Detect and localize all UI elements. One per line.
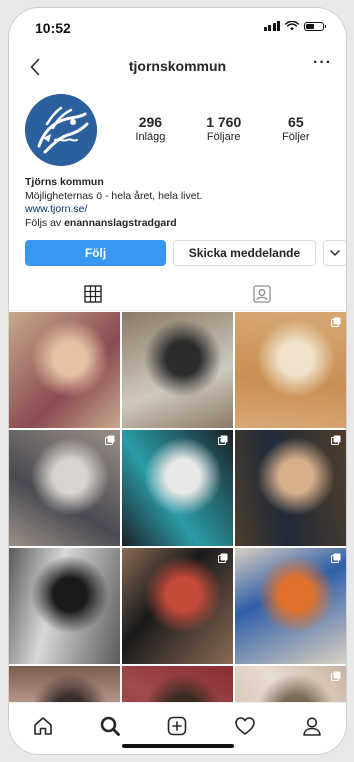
- activity-icon: [235, 716, 255, 735]
- tjorn-logo-icon: [25, 94, 97, 166]
- post-thumbnail[interactable]: [235, 312, 346, 428]
- post-thumbnail[interactable]: [122, 548, 233, 664]
- photo-grid: [9, 312, 346, 702]
- nav-home[interactable]: [29, 712, 57, 740]
- post-thumbnail[interactable]: [122, 312, 233, 428]
- stat-followers-value: 1 760: [206, 114, 242, 130]
- profile-username-title: tjornskommun: [128, 58, 227, 74]
- send-message-button[interactable]: Skicka meddelande: [173, 240, 316, 266]
- stat-posts[interactable]: 296 Inlägg: [135, 114, 165, 143]
- post-thumbnail[interactable]: [235, 430, 346, 546]
- nav-activity[interactable]: [231, 712, 259, 740]
- multiple-photos-icon: [218, 553, 228, 563]
- stat-followers-label: Följare: [206, 131, 241, 143]
- chevron-down-icon: [330, 250, 340, 256]
- suggested-accounts-button[interactable]: [323, 240, 346, 266]
- profile-bio-text: Möjligheternas ö - hela året, hela livet…: [25, 189, 203, 202]
- phone-screen: 10:52 tjornskommun ··· 296 Inlägg 1 760 …: [9, 8, 346, 754]
- multiple-photos-icon: [331, 553, 341, 563]
- profile-navbar: tjornskommun ···: [9, 48, 346, 84]
- followed-by-prefix: Följs av: [25, 216, 65, 229]
- tab-tagged[interactable]: [178, 278, 347, 310]
- grid-icon: [84, 285, 102, 303]
- new-post-icon: [168, 716, 187, 735]
- stat-following-value: 65: [288, 114, 304, 130]
- post-thumbnail[interactable]: [9, 312, 120, 428]
- post-thumbnail[interactable]: [9, 666, 120, 702]
- post-thumbnail[interactable]: [122, 666, 233, 702]
- more-options-icon[interactable]: ···: [313, 54, 332, 72]
- follow-button[interactable]: Följ: [25, 240, 166, 266]
- multiple-photos-icon: [331, 317, 341, 327]
- post-thumbnail[interactable]: [9, 430, 120, 546]
- search-icon: [100, 716, 120, 736]
- multiple-photos-icon: [331, 435, 341, 445]
- stat-following[interactable]: 65 Följer: [282, 114, 310, 143]
- multiple-photos-icon: [105, 435, 115, 445]
- post-thumbnail[interactable]: [235, 666, 346, 702]
- nav-search[interactable]: [96, 712, 124, 740]
- tab-posts-grid[interactable]: [9, 278, 178, 310]
- profile-actions: Följ Skicka meddelande: [25, 240, 346, 266]
- profile-display-name: Tjörns kommun: [25, 176, 104, 188]
- followed-by-line[interactable]: Följs av enannanslagstradgard: [25, 217, 334, 231]
- battery-icon: [304, 21, 326, 31]
- stat-posts-label: Inlägg: [135, 131, 166, 143]
- status-bar: 10:52: [9, 8, 346, 44]
- stat-posts-value: 296: [138, 114, 163, 130]
- cellular-signal-icon: [263, 21, 280, 31]
- tagged-icon: [253, 285, 271, 303]
- stat-followers[interactable]: 1 760 Följare: [206, 114, 241, 143]
- nav-new-post[interactable]: [163, 712, 191, 740]
- stat-following-label: Följer: [282, 131, 310, 143]
- profile-tabs: [9, 278, 346, 311]
- multiple-photos-icon: [218, 435, 228, 445]
- home-indicator: [122, 744, 234, 748]
- wifi-icon: [285, 21, 299, 31]
- status-icons: [263, 21, 326, 31]
- profile-avatar[interactable]: [25, 94, 97, 166]
- post-thumbnail[interactable]: [235, 548, 346, 664]
- profile-icon: [303, 716, 322, 736]
- profile-website-link[interactable]: www.tjorn.se/: [25, 203, 334, 217]
- post-thumbnail[interactable]: [122, 430, 233, 546]
- profile-stats: 296 Inlägg 1 760 Följare 65 Följer: [115, 114, 330, 143]
- followed-by-username: enannanslagstradgard: [64, 216, 177, 229]
- multiple-photos-icon: [331, 671, 341, 681]
- profile-bio: Tjörns kommun Möjligheternas ö - hela år…: [25, 176, 334, 230]
- post-thumbnail[interactable]: [9, 548, 120, 664]
- status-time: 10:52: [35, 20, 71, 36]
- home-icon: [33, 716, 52, 735]
- nav-profile[interactable]: [298, 712, 326, 740]
